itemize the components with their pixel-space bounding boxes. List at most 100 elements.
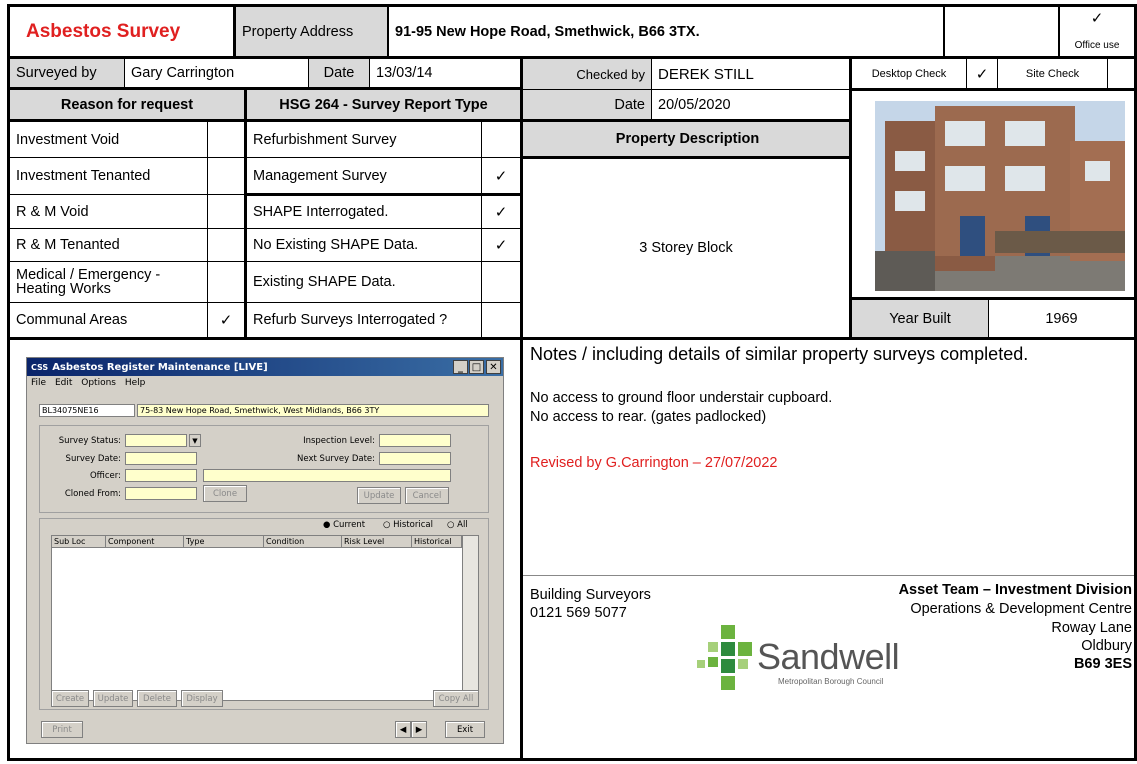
desktop-check-tick: ✓ [975,65,989,83]
reason-label: R & M Void [16,203,89,220]
footer-dept: Building Surveyors [530,587,651,603]
hsg-tick: ✓ [494,204,508,221]
radio-current-label: Current [333,520,366,530]
survey-status-select[interactable] [125,434,187,447]
create-button[interactable]: Create [51,690,89,707]
office-use-tick: ✓ [1090,10,1104,27]
property-address-label: Property Address [236,7,387,56]
copy-all-button[interactable]: Copy All [433,690,479,707]
next-arrow-icon[interactable]: ▶ [411,721,427,738]
sandwell-logo-mark [695,625,760,693]
notes-heading: Notes / including details of similar pro… [530,344,1029,364]
officer-code-field[interactable] [125,469,197,482]
reason-heading: Reason for request [10,90,244,119]
hsg-label: No Existing SHAPE Data. [253,237,419,253]
hsg-heading: HSG 264 - Survey Report Type [247,90,520,119]
reason-label: Investment Tenanted [16,168,151,184]
hsg-label: Existing SHAPE Data. [253,274,396,290]
sandwell-logo-text: Sandwell [757,636,900,677]
check-date-value: 20/05/2020 [658,96,731,113]
previous-arrow-icon[interactable]: ◀ [395,721,411,738]
reason-tick: ✓ [219,312,233,329]
components-grid[interactable]: Sub Loc Component Type Condition Risk Le… [51,535,479,701]
officer-name-field[interactable] [203,469,451,482]
grid-col-header[interactable]: Component [106,536,184,548]
property-description: 3 Storey Block [639,240,733,256]
cancel-button[interactable]: Cancel [405,487,449,504]
notes-line: No access to ground floor understair cup… [530,390,833,406]
inspection-level-field[interactable] [379,434,451,447]
maximize-button[interactable]: □ [469,360,484,374]
radio-historical[interactable]: ○ Historical [383,520,433,530]
grid-col-header[interactable]: Historical [412,536,462,548]
survey-date-field[interactable] [125,452,197,465]
reason-tick [208,195,244,228]
grid-col-header[interactable]: Type [184,536,264,548]
radio-current[interactable]: ● Current [323,520,365,530]
menu-file[interactable]: File [31,378,46,388]
radio-all-label: All [457,520,468,530]
grid-col-header[interactable]: Condition [264,536,342,548]
desktop-check-label: Desktop Check [871,67,947,80]
clone-button[interactable]: Clone [203,485,247,502]
next-survey-date-field[interactable] [379,452,451,465]
hsg-tick [482,262,520,302]
chevron-down-icon[interactable]: ▼ [189,434,201,447]
reason-tick [208,229,244,261]
display-button[interactable]: Display [181,690,223,707]
survey-date-value: 13/03/14 [376,65,433,81]
reason-label: Investment Void [16,131,120,148]
grid-col-header[interactable]: Risk Level [342,536,412,548]
hsg-tick: ✓ [494,237,508,254]
grid-scrollbar[interactable] [462,536,478,700]
revised-note: Revised by G.Carrington – 27/07/2022 [530,455,778,471]
menu-edit[interactable]: Edit [55,378,72,388]
exit-button[interactable]: Exit [445,721,485,738]
menu-help[interactable]: Help [125,378,146,388]
reason-tick [208,262,244,302]
hsg-tick [482,122,520,157]
reason-tick [208,158,244,194]
hsg-label: SHAPE Interrogated. [253,204,389,220]
footer-address: Operations & Development Centre [910,601,1132,617]
delete-button[interactable]: Delete [137,690,177,707]
office-use-label: Office use [1074,39,1120,51]
hsg-tick: ✓ [494,167,508,185]
document-title: Asbestos Survey [26,20,181,42]
window-title-prefix: CSS [31,362,49,372]
window-titlebar: CSS Asbestos Register Maintenance [LIVE] [27,358,503,376]
surveyed-by-value: Gary Carrington [131,65,235,81]
radio-all[interactable]: ○ All [447,520,468,530]
property-photo [875,101,1125,291]
footer-address: Oldbury [1081,638,1132,654]
survey-date-label: Survey Date: [65,454,121,464]
asbestos-register-window: CSS Asbestos Register Maintenance [LIVE]… [26,357,504,744]
cloned-from-label: Cloned From: [64,489,121,499]
hsg-label: Refurb Surveys Interrogated ? [253,312,448,328]
notes-line: No access to rear. (gates padlocked) [530,409,767,425]
window-title: Asbestos Register Maintenance [LIVE] [52,361,268,373]
year-built-label: Year Built [852,300,988,337]
site-check-label: Site Check [1025,67,1080,80]
footer-postcode: B69 3ES [1073,656,1132,672]
update-button[interactable]: Update [93,690,133,707]
grid-col-header[interactable]: Sub Loc [52,536,106,548]
reason-label: Medical / Emergency - Heating Works [16,267,161,297]
reason-label: Communal Areas [16,312,128,328]
year-built-value: 1969 [1045,310,1078,327]
minimize-button[interactable]: _ [453,360,468,374]
cloned-from-field[interactable] [125,487,197,500]
property-ref-field[interactable]: BL34075NE16 [39,404,135,417]
menu-options[interactable]: Options [81,378,116,388]
hsg-label: Refurbishment Survey [253,131,397,148]
print-button[interactable]: Print [41,721,83,738]
footer-phone: 0121 569 5077 [530,605,627,621]
checked-by-label: Checked by [523,59,651,89]
property-address-field[interactable]: 75-83 New Hope Road, Smethwick, West Mid… [137,404,489,417]
update-top-button[interactable]: Update [357,487,401,504]
survey-status-label: Survey Status: [58,436,121,446]
checked-by-value: DEREK STILL [658,65,754,83]
close-button[interactable]: ✕ [486,360,501,374]
hsg-tick [482,303,520,337]
surveyed-by-label: Surveyed by [10,59,124,87]
